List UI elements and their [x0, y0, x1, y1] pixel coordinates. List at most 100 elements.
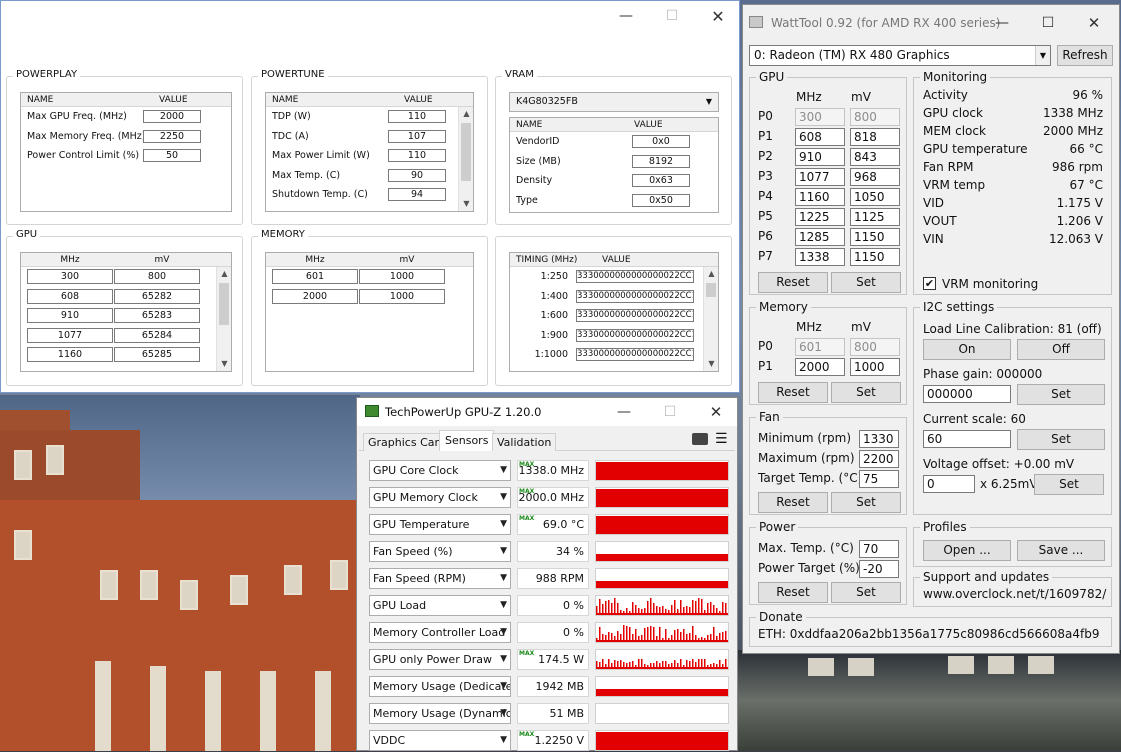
power-target-input[interactable]: -20: [859, 560, 899, 578]
pstate-mv-input[interactable]: 968: [850, 168, 900, 186]
refresh-button[interactable]: Refresh: [1057, 45, 1113, 66]
fan-target-input[interactable]: 75: [859, 470, 899, 488]
mhz-input[interactable]: 1077: [27, 327, 113, 343]
current-scale-set-button[interactable]: Set: [1017, 429, 1105, 450]
tab-validation[interactable]: Validation: [492, 433, 557, 451]
fan-reset-button[interactable]: Reset: [758, 492, 828, 513]
menu-icon[interactable]: ☰: [715, 432, 729, 446]
fan-min-input[interactable]: 1330: [859, 430, 899, 448]
scroll-down-icon[interactable]: ▼: [704, 357, 718, 371]
pstate-mv-input[interactable]: 818: [850, 128, 900, 146]
timing-value-input[interactable]: 3330000000000000022CC1: [576, 348, 694, 362]
maximize-button[interactable]: ☐: [649, 1, 695, 31]
pstate-mhz-input[interactable]: 601: [795, 338, 845, 356]
gpu-reset-button[interactable]: Reset: [758, 272, 828, 293]
timing-value-input[interactable]: 3330000000000000022CC1: [576, 309, 694, 323]
llc-off-button[interactable]: Off: [1017, 339, 1105, 360]
scroll-up-icon[interactable]: ▲: [459, 107, 473, 121]
mv-input[interactable]: 65284: [114, 327, 200, 343]
pstate-mhz-input[interactable]: 1225: [795, 208, 845, 226]
fan-max-input[interactable]: 2200: [859, 450, 899, 468]
fan-set-button[interactable]: Set: [831, 492, 901, 513]
sensor-name-select[interactable]: GPU Load ▼: [369, 595, 511, 616]
phase-gain-input[interactable]: 000000: [923, 385, 1011, 403]
maximize-button[interactable]: ☐: [1025, 8, 1071, 38]
row-value-input[interactable]: 0x63: [632, 174, 690, 188]
close-button[interactable]: ✕: [1071, 8, 1117, 38]
sensor-name-select[interactable]: GPU Memory Clock ▼: [369, 487, 511, 508]
pstate-mv-input[interactable]: 1000: [850, 358, 900, 376]
scroll-down-icon[interactable]: ▼: [459, 197, 473, 211]
mhz-input[interactable]: 2000: [272, 288, 358, 304]
gpu-set-button[interactable]: Set: [831, 272, 901, 293]
row-value-input[interactable]: 0x0: [632, 135, 690, 149]
row-value-input[interactable]: 94: [388, 188, 446, 202]
timing-value-input[interactable]: 3330000000000000022CC1: [576, 289, 694, 303]
pstate-mhz-input[interactable]: 1338: [795, 248, 845, 266]
close-button[interactable]: ✕: [695, 1, 741, 31]
sensor-name-select[interactable]: Memory Usage (Dynamic) ▼: [369, 703, 511, 724]
row-value-input[interactable]: 2250: [143, 129, 201, 143]
row-value-input[interactable]: 110: [388, 110, 446, 124]
phase-gain-set-button[interactable]: Set: [1017, 384, 1105, 405]
minimize-button[interactable]: —: [979, 8, 1025, 38]
mhz-input[interactable]: 300: [27, 269, 113, 285]
mhz-input[interactable]: 601: [272, 269, 358, 285]
pstate-mv-input[interactable]: 800: [850, 108, 900, 126]
powertune-scrollbar[interactable]: ▲ ▼: [458, 107, 473, 211]
tab-graphics-card[interactable]: Graphics Card: [363, 433, 451, 451]
pstate-mhz-input[interactable]: 1285: [795, 228, 845, 246]
pstate-mhz-input[interactable]: 300: [795, 108, 845, 126]
minimize-button[interactable]: —: [601, 398, 647, 426]
pstate-mhz-input[interactable]: 1160: [795, 188, 845, 206]
pstate-mv-input[interactable]: 843: [850, 148, 900, 166]
scroll-thumb[interactable]: [461, 123, 471, 181]
minimize-button[interactable]: —: [603, 1, 649, 31]
power-maxtemp-input[interactable]: 70: [859, 540, 899, 558]
memory-set-button[interactable]: Set: [831, 382, 901, 403]
sensor-name-select[interactable]: Memory Controller Load ▼: [369, 622, 511, 643]
sensor-name-select[interactable]: Fan Speed (RPM) ▼: [369, 568, 511, 589]
pstate-mv-input[interactable]: 1125: [850, 208, 900, 226]
power-set-button[interactable]: Set: [831, 582, 901, 603]
mhz-input[interactable]: 910: [27, 308, 113, 324]
close-button[interactable]: ✕: [693, 398, 739, 426]
row-value-input[interactable]: 110: [388, 149, 446, 163]
timing-scrollbar[interactable]: ▲ ▼: [703, 267, 718, 371]
maximize-button[interactable]: ☐: [647, 398, 693, 426]
mv-input[interactable]: 65285: [114, 347, 200, 363]
pstate-mhz-input[interactable]: 1077: [795, 168, 845, 186]
support-link[interactable]: www.overclock.net/t/1609782/: [923, 587, 1106, 601]
scroll-thumb[interactable]: [706, 283, 716, 297]
sensor-name-select[interactable]: VDDC ▼: [369, 730, 511, 751]
current-scale-input[interactable]: 60: [923, 430, 1011, 448]
sensor-name-select[interactable]: Memory Usage (Dedicated) ▼: [369, 676, 511, 697]
timing-value-input[interactable]: 3330000000000000022CC1: [576, 270, 694, 284]
row-value-input[interactable]: 8192: [632, 154, 690, 168]
pstate-mv-input[interactable]: 1150: [850, 248, 900, 266]
row-value-input[interactable]: 50: [143, 149, 201, 163]
memory-reset-button[interactable]: Reset: [758, 382, 828, 403]
pstate-mhz-input[interactable]: 2000: [795, 358, 845, 376]
pstate-mhz-input[interactable]: 910: [795, 148, 845, 166]
mv-input[interactable]: 1000: [359, 288, 445, 304]
tab-sensors[interactable]: Sensors: [439, 430, 495, 451]
power-reset-button[interactable]: Reset: [758, 582, 828, 603]
row-value-input[interactable]: 90: [388, 168, 446, 182]
sensor-name-select[interactable]: GPU Core Clock ▼: [369, 460, 511, 481]
gpu-scrollbar[interactable]: ▲ ▼: [216, 267, 231, 371]
pstate-mv-input[interactable]: 1050: [850, 188, 900, 206]
scroll-down-icon[interactable]: ▼: [217, 357, 231, 371]
pstate-mhz-input[interactable]: 608: [795, 128, 845, 146]
mv-input[interactable]: 65283: [114, 308, 200, 324]
scroll-up-icon[interactable]: ▲: [704, 267, 718, 281]
save-profile-button[interactable]: Save ...: [1017, 540, 1105, 561]
row-value-input[interactable]: 0x50: [632, 193, 690, 207]
mv-input[interactable]: 65282: [114, 288, 200, 304]
vram-select[interactable]: K4G80325FB ▼: [509, 92, 719, 112]
scroll-thumb[interactable]: [219, 283, 229, 325]
camera-icon[interactable]: [692, 433, 708, 445]
mhz-input[interactable]: 1160: [27, 347, 113, 363]
mv-input[interactable]: 1000: [359, 269, 445, 285]
timing-value-input[interactable]: 3330000000000000022CC1: [576, 328, 694, 342]
